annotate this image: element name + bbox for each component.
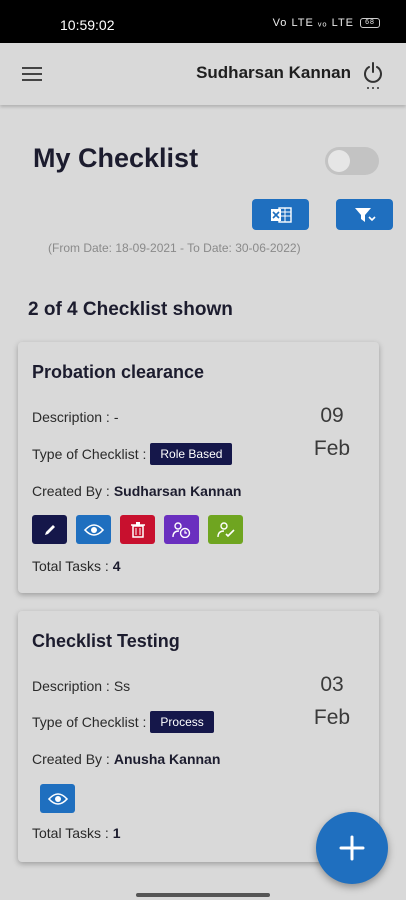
date-day: 03 [320,673,344,696]
created-by-label: Created By : [32,483,110,499]
created-by-row: Created By : Sudharsan Kannan [32,483,241,499]
excel-icon [270,206,292,223]
description-row: Description : Ss [32,678,130,694]
logout-power-icon[interactable] [362,61,384,91]
filter-button[interactable] [336,199,393,230]
history-button[interactable] [164,515,199,544]
app-bar: Sudharsan Kannan [0,43,406,105]
plus-icon [339,835,365,861]
pencil-icon [44,524,55,535]
view-toggle[interactable] [325,147,379,175]
type-row: Type of Checklist : Role Based [32,443,233,465]
created-by-row: Created By : Anusha Kannan [32,751,220,767]
user-name: Sudharsan Kannan [196,63,351,82]
checklist-title: Probation clearance [32,362,205,382]
view-button[interactable] [40,784,75,813]
checklist-count: 2 of 4 Checklist shown [28,299,233,320]
status-icons: Vo LTE ᵥₒ LTE 68 [273,17,380,29]
trash-icon [130,521,145,538]
description-row: Description : - [32,409,118,425]
export-excel-button[interactable] [252,199,309,230]
total-tasks-row: Total Tasks : 1 [32,825,121,841]
description-label: Description : [32,409,110,425]
date-month: Feb [313,706,351,729]
created-by-label: Created By : [32,751,110,767]
card-actions [40,784,75,813]
type-badge: Process [150,711,214,733]
view-button[interactable] [76,515,111,544]
home-indicator[interactable] [136,893,270,897]
date-day: 09 [320,404,344,427]
total-tasks-row: Total Tasks : 4 [32,558,121,574]
eye-icon [83,523,104,536]
created-by-value: Anusha Kannan [113,751,221,767]
checklist-title: Checklist Testing [32,631,180,651]
assign-button[interactable] [208,515,243,544]
type-label: Type of Checklist : [32,446,147,462]
total-tasks-value: 1 [112,825,121,841]
page-title: My Checklist [33,143,199,173]
status-time: 10:59:02 [60,17,115,33]
total-tasks-label: Total Tasks : [32,825,109,841]
created-by-value: Sudharsan Kannan [113,483,242,499]
total-tasks-label: Total Tasks : [32,558,109,574]
description-label: Description : [32,678,110,694]
network-icon: Vo LTE ᵥₒ LTE [272,17,354,29]
delete-button[interactable] [120,515,155,544]
type-label: Type of Checklist : [32,714,147,730]
battery-icon: 68 [360,18,380,28]
user-clock-icon [171,521,190,538]
type-row: Type of Checklist : Process [32,711,214,733]
date-month: Feb [313,437,351,460]
eye-icon [47,792,68,805]
description-value: Ss [113,678,131,694]
card-actions [32,515,243,544]
hamburger-menu-icon[interactable] [22,67,42,81]
add-checklist-button[interactable] [316,812,388,884]
created-date: 09 Feb [307,399,357,465]
toggle-knob [328,150,350,172]
created-date: 03 Feb [307,668,357,734]
edit-button[interactable] [32,515,67,544]
date-range-text: (From Date: 18-09-2021 - To Date: 30-06-… [48,241,301,255]
status-bar: 10:59:02 Vo LTE ᵥₒ LTE 68 [0,0,406,43]
user-check-icon [216,521,235,537]
type-badge: Role Based [150,443,233,465]
checklist-card[interactable]: Probation clearance Description : - Type… [18,342,379,593]
total-tasks-value: 4 [112,558,121,574]
filter-icon [354,207,376,222]
description-value: - [113,409,119,425]
